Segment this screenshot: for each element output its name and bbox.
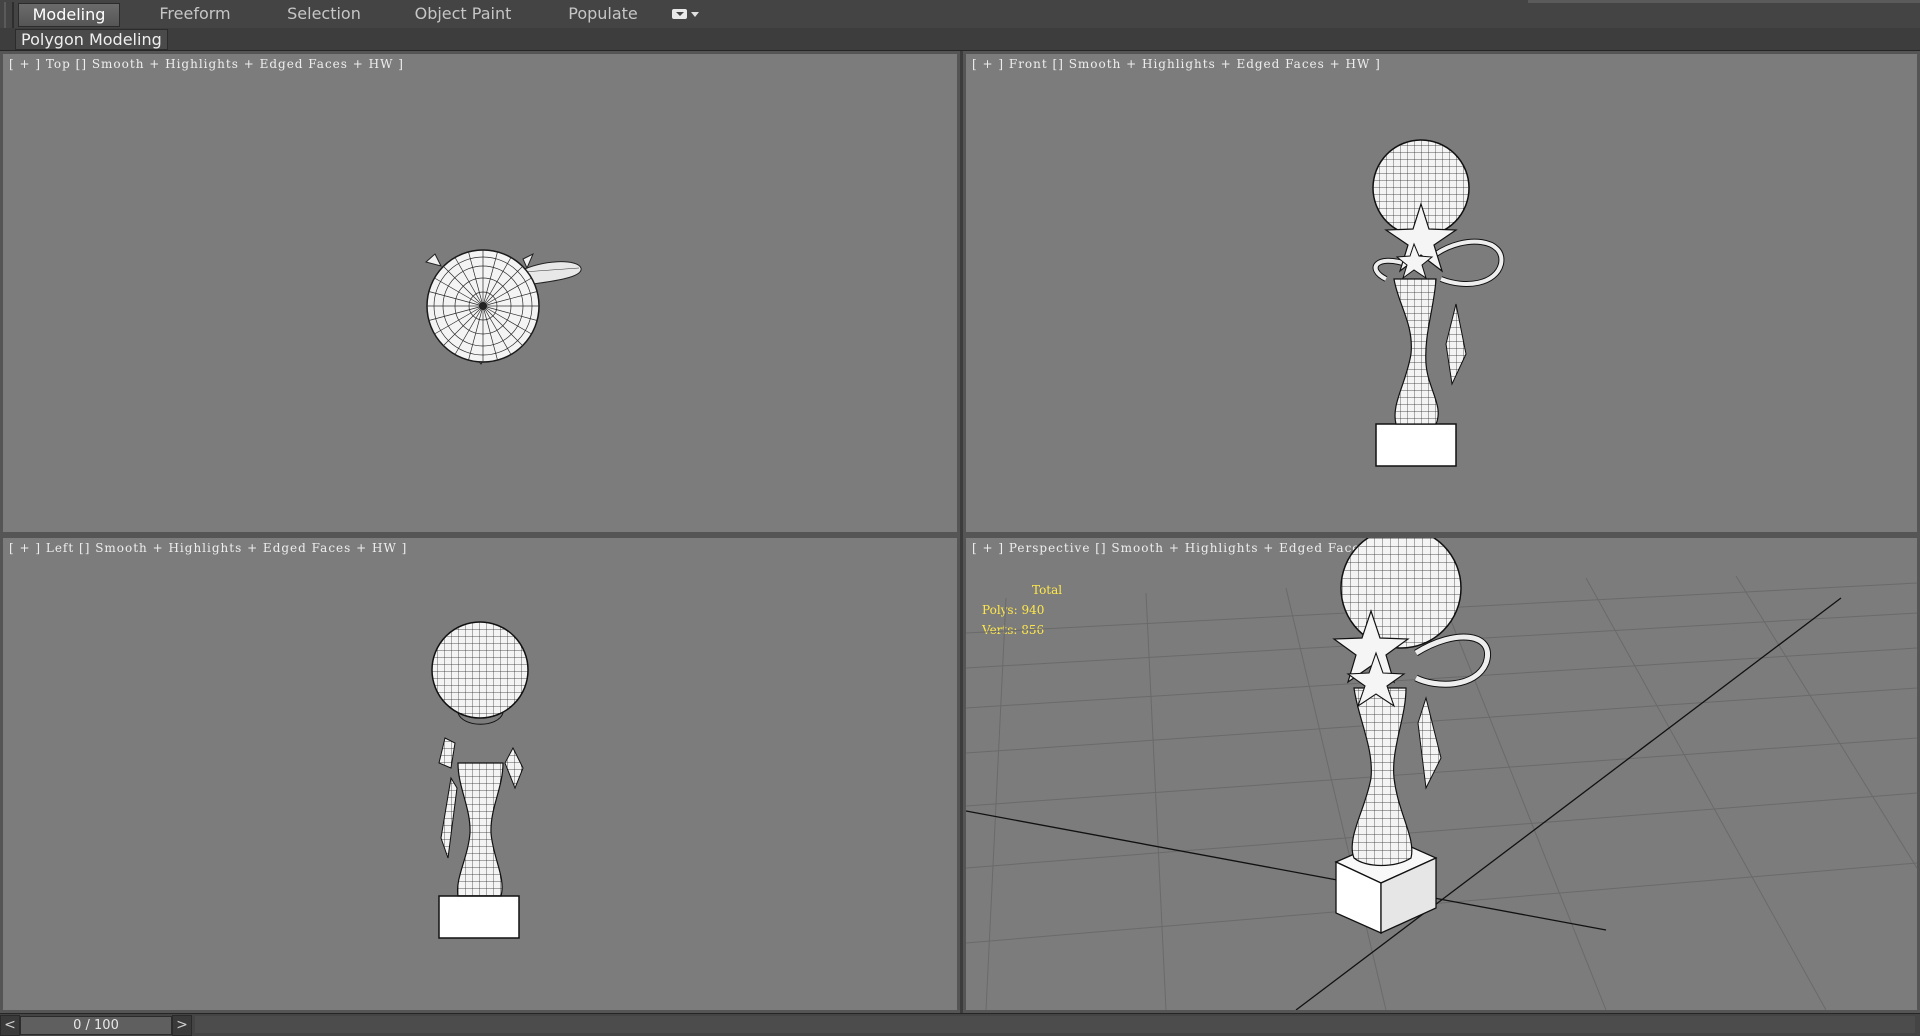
tab-object-paint[interactable]: Object Paint <box>408 3 518 25</box>
viewport-front[interactable]: [ + ] Front [] Smooth + Highlights + Edg… <box>963 51 1920 535</box>
ribbon-tab-bar: Modeling Freeform Selection Object Paint… <box>0 0 1920 48</box>
polygon-modeling-panel-button[interactable]: Polygon Modeling <box>15 29 168 50</box>
ribbon-minimize-icon <box>672 9 687 19</box>
viewport-top[interactable]: [ + ] Top [] Smooth + Highlights + Edged… <box>0 51 960 535</box>
ribbon-toggle-icon[interactable] <box>672 6 708 22</box>
time-slider-track[interactable] <box>195 1016 1915 1033</box>
tab-modeling[interactable]: Modeling <box>18 3 120 27</box>
viewport-perspective[interactable]: [ + ] Perspective [] Smooth + Highlights… <box>963 535 1920 1013</box>
trophy-model-front-view <box>1372 139 1505 467</box>
tab-populate[interactable]: Populate <box>553 3 653 25</box>
trophy-model-perspective-view <box>966 538 1917 1010</box>
ribbon-panel-row: Polygon Modeling <box>0 28 1920 51</box>
tab-freeform[interactable]: Freeform <box>145 3 245 25</box>
time-slider-bar: < 0 / 100 > <box>0 1013 1920 1036</box>
ribbon-divider <box>1528 0 1920 3</box>
time-prev-button[interactable]: < <box>0 1015 20 1036</box>
trophy-model-top-view <box>424 249 582 365</box>
trophy-model-left-view <box>431 621 529 939</box>
time-next-button[interactable]: > <box>172 1015 192 1036</box>
time-slider-thumb[interactable]: 0 / 100 <box>20 1016 172 1035</box>
viewport-left[interactable]: [ + ] Left [] Smooth + Highlights + Edge… <box>0 535 960 1013</box>
chevron-down-icon <box>691 11 699 17</box>
tab-selection[interactable]: Selection <box>274 3 374 25</box>
